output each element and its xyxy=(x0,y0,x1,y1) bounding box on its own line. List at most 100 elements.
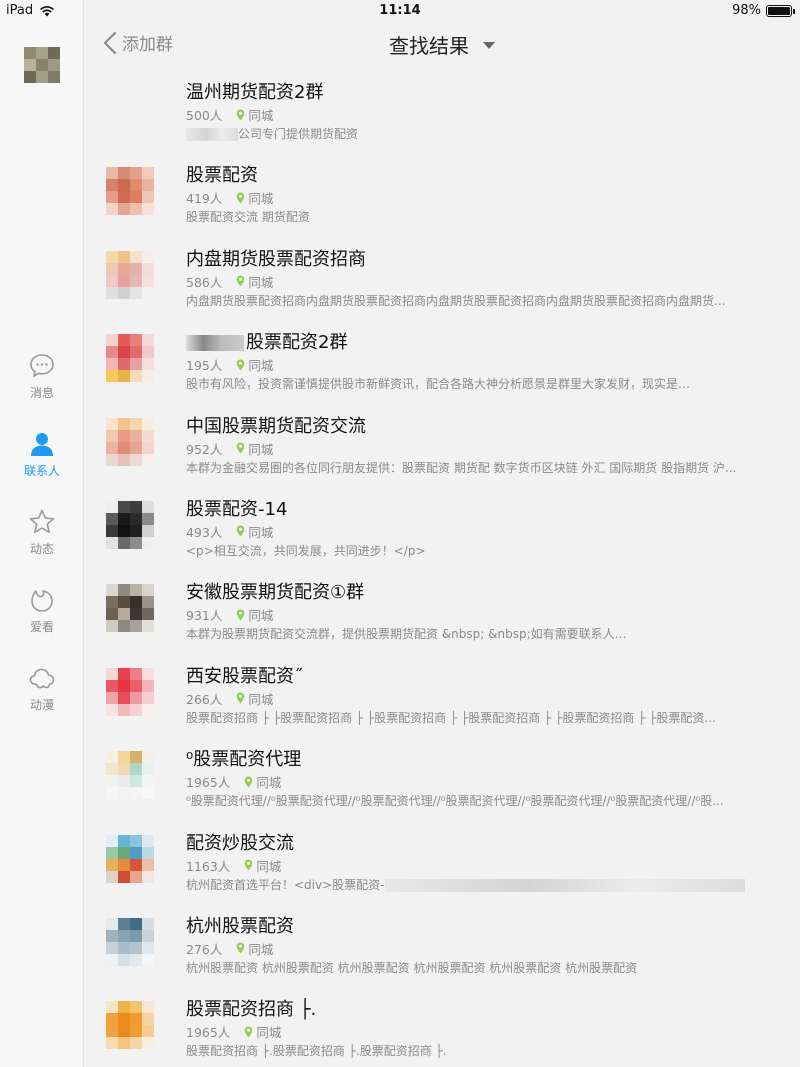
group-avatar-tile xyxy=(130,1037,142,1050)
group-description-text: 公司专门提供期货配资 xyxy=(238,127,359,141)
group-avatar-tile xyxy=(130,775,142,788)
group-result-row[interactable]: 股票配资-14 493人 同城 <p>相互交流，共同发展，共同进步！</p> xyxy=(84,489,800,572)
group-result-row[interactable]: 中国股票期货配资交流 952人 同城 本群为金融交易圈的各位同行朋友提供：股票配资 期… xyxy=(84,406,800,489)
group-avatar-tile xyxy=(118,667,130,680)
group-avatar-tile xyxy=(142,751,154,764)
group-avatar-tile xyxy=(142,846,154,859)
page-title-dropdown[interactable]: 查找结果 xyxy=(84,30,800,59)
group-avatar-tile xyxy=(142,370,154,383)
location-label: 同城 xyxy=(248,274,274,290)
group-avatar-tile xyxy=(106,346,118,359)
group-avatar-tile xyxy=(106,667,118,680)
group-avatar-tile xyxy=(106,584,118,597)
group-name-text: 杭州股票配资 xyxy=(186,915,294,937)
group-avatar-tile xyxy=(106,250,118,263)
sidebar-item-contacts[interactable]: 联系人 xyxy=(0,430,84,508)
group-name-text: 西安股票配资˝ xyxy=(186,665,303,687)
member-count: 931人 xyxy=(186,608,223,624)
group-result-row[interactable]: 内盘期货股票配资招商 586人 同城 内盘期货股票配资招商内盘期货股票配资招商内盘期货… xyxy=(84,239,800,322)
member-count: 266人 xyxy=(186,691,223,707)
group-meta: 276人 同城 xyxy=(186,939,273,958)
sidebar-item-messages[interactable]: 消息 xyxy=(0,352,84,430)
group-avatar-tile xyxy=(118,858,130,871)
group-avatar xyxy=(106,584,154,633)
group-description: 杭州股票配资 杭州股票配资 杭州股票配资 杭州股票配资 杭州股票配资 杭州股票配… xyxy=(186,959,766,976)
group-avatar xyxy=(106,667,154,716)
status-time: 11:14 xyxy=(379,3,421,18)
sidebar-item-anime[interactable]: 动漫 xyxy=(0,664,84,742)
group-avatar-tile xyxy=(106,453,118,466)
group-name: 股票配资 xyxy=(186,161,258,187)
group-avatar-tile xyxy=(118,751,130,764)
group-avatar-tile xyxy=(130,429,142,442)
group-avatar-tile xyxy=(142,941,154,954)
group-avatar-tile xyxy=(118,334,130,347)
group-avatar-tile xyxy=(130,834,142,847)
group-avatar-tile xyxy=(106,596,118,609)
group-avatar-tile xyxy=(130,191,142,204)
location-label: 同城 xyxy=(256,858,282,874)
group-result-row[interactable]: 安徽股票期货配资①群 931人 同城 本群为股票期货配资交流群，提供股票期货配资 &n… xyxy=(84,572,800,655)
sidebar-item-watch[interactable]: 爱看 xyxy=(0,586,84,664)
cloud-icon xyxy=(29,668,55,689)
group-avatar-tile xyxy=(106,691,118,704)
group-name-text: ⁰股票配资代理 xyxy=(186,749,302,771)
group-name-text: 温州期货配资2群 xyxy=(186,82,324,103)
group-avatar-tile xyxy=(106,787,118,800)
group-avatar-tile xyxy=(130,691,142,704)
group-avatar-tile xyxy=(130,500,142,513)
group-name: 内盘期货股票配资招商 xyxy=(186,245,366,271)
group-avatar-tile xyxy=(142,703,154,716)
group-avatar-tile xyxy=(118,1013,130,1026)
group-avatar-tile xyxy=(118,691,130,704)
group-avatar-tile xyxy=(106,441,118,454)
avatar-tile xyxy=(36,59,48,71)
group-avatar-tile xyxy=(118,1025,130,1038)
group-result-row[interactable]: 股票配资 419人 同城 股票配资交流 期货配资 xyxy=(84,155,800,238)
group-result-row[interactable]: 杭州股票配资 276人 同城 杭州股票配资 杭州股票配资 杭州股票配资 杭州股票配资 … xyxy=(84,906,800,989)
group-avatar-tile xyxy=(106,1001,118,1014)
group-avatar xyxy=(106,1001,154,1050)
group-name-text: 内盘期货股票配资招商 xyxy=(186,248,366,270)
group-description: 杭州配资首选平台！<div>股票配资- xyxy=(186,876,766,893)
group-avatar-tile xyxy=(118,417,130,430)
group-avatar-tile xyxy=(106,929,118,942)
group-result-row[interactable]: ⁰股票配资代理 1965人 同城 ⁰股票配资代理//⁰股票配资代理//⁰股票配资代理/… xyxy=(84,739,800,822)
group-description: ⁰股票配资代理//⁰股票配资代理//⁰股票配资代理//⁰股票配资代理//⁰股票配… xyxy=(186,792,766,809)
group-result-row[interactable]: 股票配资2群 195人 同城 股市有风险，投资需谨慎提供股市新鲜资讯，配合各路大神分析… xyxy=(84,322,800,405)
group-avatar-tile xyxy=(118,1037,130,1050)
group-avatar-tile xyxy=(142,191,154,204)
group-avatar-tile xyxy=(130,1013,142,1026)
group-result-row[interactable]: 西安股票配资˝ 266人 同城 股票配资招商 ├ ├股票配资招商 ├ ├股票配资招商 … xyxy=(84,656,800,739)
group-avatar-tile xyxy=(142,917,154,930)
group-avatar-tile xyxy=(130,1025,142,1038)
group-avatar-tile xyxy=(118,929,130,942)
group-avatar xyxy=(106,250,154,299)
group-meta: 500人 同城 xyxy=(186,105,273,124)
group-avatar-tile xyxy=(130,334,142,347)
location-pin-icon xyxy=(237,692,245,704)
group-description-text: 股市有风险，投资需谨慎提供股市新鲜资讯，配合各路大神分析愿景是群里大家发财，现实… xyxy=(186,377,679,392)
group-description-text: 股票配资交流 期货配资 xyxy=(186,210,310,225)
group-avatar-tile xyxy=(118,286,130,299)
group-avatar xyxy=(106,417,154,466)
location-label: 同城 xyxy=(248,691,274,707)
location-pin-icon xyxy=(237,275,245,287)
group-result-row[interactable]: 配资炒股交流 1163人 同城 杭州配资首选平台！<div>股票配资- xyxy=(84,823,800,906)
group-result-row[interactable]: 温州期货配资2群 500人 同城公司专门提供期货配资 xyxy=(84,72,800,155)
group-avatar-tile xyxy=(118,429,130,442)
sidebar-item-feed[interactable]: 动态 xyxy=(0,508,84,586)
avatar-tile xyxy=(36,71,48,83)
member-count: 1163人 xyxy=(186,858,231,874)
group-avatar-tile xyxy=(130,1001,142,1014)
group-avatar-tile xyxy=(118,167,130,180)
group-avatar-tile xyxy=(130,596,142,609)
group-avatar-tile xyxy=(130,941,142,954)
group-name-text: 股票配资 xyxy=(186,165,258,187)
group-result-row[interactable]: 股票配资招商 ├. 1965人 同城 股票配资招商 ├.股票配资招商 ├.股票配资招商… xyxy=(84,989,800,1067)
avatar[interactable] xyxy=(24,47,60,83)
group-avatar-tile xyxy=(106,179,118,192)
status-bar: iPad 11:14 98% xyxy=(0,0,800,22)
group-avatar-tile xyxy=(106,846,118,859)
group-avatar-tile xyxy=(130,846,142,859)
